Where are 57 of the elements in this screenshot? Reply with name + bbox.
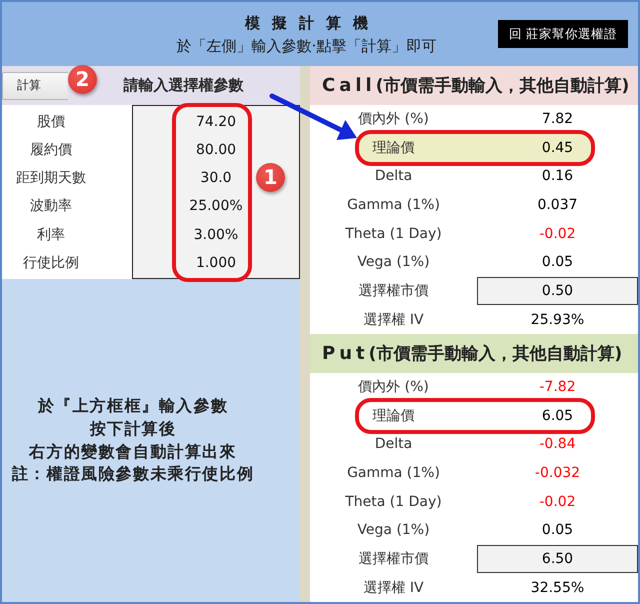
parameter-input[interactable]: 74.20 [196, 112, 236, 131]
metric-label: 選擇權 IV [363, 578, 424, 597]
parameter-label: 波動率 [30, 197, 72, 216]
parameter-label: 距到期天數 [16, 169, 86, 188]
instruction-text: 按下計算後 [90, 418, 176, 440]
market-price-input[interactable]: 0.50 [477, 276, 638, 306]
metric-label: 理論價 [372, 406, 414, 426]
metric-value: 0.037 [537, 196, 578, 214]
parameter-input[interactable]: 25.00% [189, 197, 243, 216]
section-title: Call(市價需手動輸入，其他自動計算) [322, 74, 630, 98]
metric-value: 32.55% [530, 578, 584, 597]
calculate-button[interactable]: 計算 [2, 72, 68, 100]
metric-label: 選擇權市價 [358, 282, 428, 300]
section-title: Put(市價需手動輸入，其他自動計算) [322, 342, 622, 366]
window-title: 模擬計算機 [244, 12, 381, 32]
parameter-input[interactable]: 1.000 [196, 254, 236, 272]
market-price-input[interactable]: 6.50 [477, 544, 638, 574]
metric-label: Delta [374, 435, 412, 454]
metric-value: 7.82 [542, 110, 574, 128]
metric-label: 選擇權 IV [363, 310, 424, 329]
panel-title: 請輸入選擇權參數 [122, 76, 244, 96]
link-button[interactable]: 回 莊家幫你選權證 [498, 20, 628, 48]
metric-value: 6.05 [542, 406, 574, 426]
step-badge: 1 [256, 163, 285, 192]
parameter-input[interactable]: 80.00 [196, 140, 236, 160]
instruction-subtitle: 於「左側」輸入參數‧點擊「計算」即可 [176, 36, 438, 56]
metric-value: 0.05 [542, 521, 574, 540]
parameter-label: 股價 [37, 112, 65, 131]
metric-label: 理論價 [372, 138, 414, 158]
instruction-text: 註：權證風險參數未乘行使比例 [12, 463, 254, 486]
metric-label: Theta (1 Day) [345, 224, 442, 243]
metric-label: 選擇權市價 [358, 550, 428, 568]
parameter-input[interactable]: 30.0 [200, 169, 232, 188]
parameter-label: 行使比例 [23, 254, 79, 272]
metric-value: -7.82 [539, 378, 576, 396]
instruction-text: 右方的變數會自動計算出來 [29, 440, 237, 462]
step-badge: 2 [68, 65, 97, 94]
metric-value: 25.93% [530, 310, 584, 329]
metric-label: Vega (1%) [357, 253, 430, 272]
metric-label: 價內外 (%) [358, 378, 429, 396]
metric-label: Theta (1 Day) [345, 492, 442, 511]
parameter-input[interactable]: 3.00% [194, 226, 238, 244]
metric-label: Vega (1%) [357, 521, 430, 540]
metric-label: Gamma (1%) [347, 196, 440, 214]
metric-label: Gamma (1%) [347, 464, 440, 482]
metric-value: -0.02 [539, 224, 576, 243]
metric-label: 價內外 (%) [358, 110, 429, 128]
metric-label: Delta [374, 167, 412, 186]
metric-value: 0.05 [542, 253, 574, 272]
metric-value: -0.02 [539, 492, 576, 511]
metric-value: -0.032 [534, 464, 580, 482]
instruction-text: 於『上方框框』輸入參數 [38, 395, 228, 418]
metric-value: 0.16 [542, 167, 574, 186]
parameter-label: 利率 [37, 226, 65, 244]
metric-value: -0.84 [539, 435, 576, 454]
parameter-label: 履約價 [30, 140, 72, 160]
metric-value: 0.45 [542, 138, 574, 158]
